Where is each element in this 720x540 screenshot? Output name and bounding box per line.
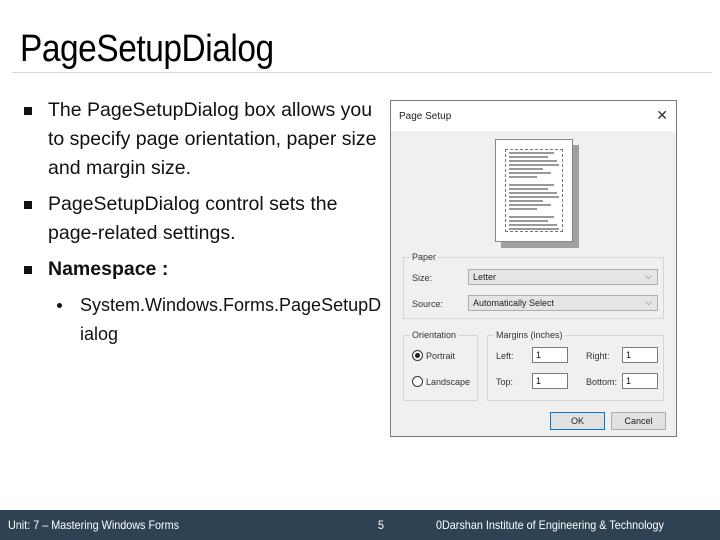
chevron-down-icon: ⌵ xyxy=(645,271,652,281)
bullet-item: The PageSetupDialog box allows you to sp… xyxy=(22,96,382,183)
preview-text-line xyxy=(509,184,554,186)
bottom-margin-input[interactable] xyxy=(622,373,658,389)
preview-text-line xyxy=(509,220,549,222)
preview-text-line xyxy=(509,160,557,162)
margins-group: Margins (inches) Left: Right: Top: Botto… xyxy=(487,330,664,401)
size-label: Size: xyxy=(412,273,433,283)
close-icon[interactable]: ✕ xyxy=(656,107,668,124)
landscape-label[interactable]: Landscape xyxy=(426,377,470,387)
title-divider xyxy=(12,72,712,73)
portrait-radio[interactable] xyxy=(412,350,423,361)
footer-page-number: 5 xyxy=(378,518,385,532)
sub-bullet-item: System.Windows.Forms.PageSetupDialog xyxy=(22,291,382,349)
preview-text-line xyxy=(509,188,549,190)
bottom-margin-label: Bottom: xyxy=(586,377,618,387)
preview-text-line xyxy=(509,228,560,230)
preview-text-line xyxy=(509,208,537,210)
preview-margin-box xyxy=(505,149,563,232)
cancel-button[interactable]: Cancel xyxy=(611,412,666,430)
left-margin-label: Left: xyxy=(496,351,514,361)
bullet-item: PageSetupDialog control sets the page-re… xyxy=(22,190,382,248)
dialog-title: Page Setup xyxy=(399,111,452,122)
source-value: Automatically Select xyxy=(473,298,555,308)
bullet-list: The PageSetupDialog box allows you to sp… xyxy=(22,96,382,349)
paper-group-label: Paper xyxy=(410,252,439,262)
page-preview xyxy=(495,139,573,242)
right-margin-label: Right: xyxy=(586,351,610,361)
portrait-label[interactable]: Portrait xyxy=(426,351,455,361)
size-select[interactable]: Letter ⌵ xyxy=(468,269,658,285)
square-bullet-icon xyxy=(24,107,32,115)
preview-text-line xyxy=(509,216,554,218)
preview-text-line xyxy=(509,168,543,170)
ok-button[interactable]: OK xyxy=(550,412,605,430)
bullet-text: The PageSetupDialog box allows you to sp… xyxy=(48,99,377,179)
slide-footer: Unit: 7 – Mastering Windows Forms 5 0Dar… xyxy=(0,510,720,540)
bullet-item: Namespace : xyxy=(22,255,382,284)
round-bullet-icon xyxy=(57,303,62,308)
chevron-down-icon: ⌵ xyxy=(645,297,652,307)
square-bullet-icon xyxy=(24,201,32,209)
preview-text-line xyxy=(509,172,551,174)
source-select[interactable]: Automatically Select ⌵ xyxy=(468,295,658,311)
paper-group: Paper Size: Letter ⌵ Source: Automatical… xyxy=(403,252,664,319)
preview-text-line xyxy=(509,224,557,226)
preview-text-line xyxy=(509,152,554,154)
right-margin-input[interactable] xyxy=(622,347,658,363)
preview-text-line xyxy=(509,204,551,206)
orientation-group: Orientation Portrait Landscape xyxy=(403,330,478,401)
size-value: Letter xyxy=(473,272,497,282)
top-margin-input[interactable] xyxy=(532,373,568,389)
preview-text-line xyxy=(509,200,543,202)
namespace-text: System.Windows.Forms.PageSetupDialog xyxy=(80,295,382,344)
footer-institute: 0Darshan Institute of Engineering & Tech… xyxy=(436,518,664,532)
preview-text-line xyxy=(509,192,557,194)
footer-unit: Unit: 7 – Mastering Windows Forms xyxy=(8,518,180,532)
source-label: Source: xyxy=(412,299,444,309)
orientation-group-label: Orientation xyxy=(410,330,459,340)
landscape-radio[interactable] xyxy=(412,376,423,387)
left-margin-input[interactable] xyxy=(532,347,568,363)
preview-text-line xyxy=(509,164,560,166)
preview-text-line xyxy=(509,196,560,198)
dialog-titlebar: Page Setup ✕ xyxy=(391,101,676,131)
bullet-text: PageSetupDialog control sets the page-re… xyxy=(48,193,338,244)
margins-group-label: Margins (inches) xyxy=(494,330,565,340)
slide-title: PageSetupDialog xyxy=(20,28,274,70)
page-setup-dialog: Page Setup ✕ Paper Size: Letter ⌵ Source… xyxy=(390,100,677,437)
bullet-text: Namespace : xyxy=(48,258,169,280)
preview-text-line xyxy=(509,156,549,158)
top-margin-label: Top: xyxy=(496,377,514,387)
square-bullet-icon xyxy=(24,266,32,274)
preview-text-line xyxy=(509,176,537,178)
